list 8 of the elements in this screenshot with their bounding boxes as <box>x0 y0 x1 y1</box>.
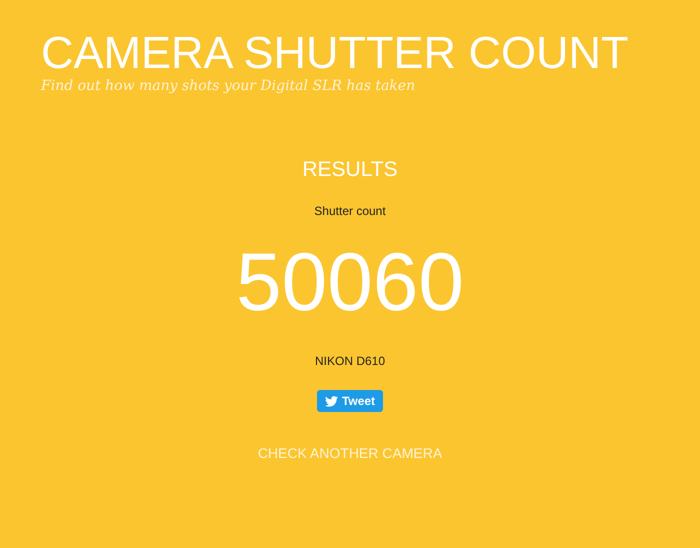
bird-icon <box>324 396 338 406</box>
tweet-button[interactable]: Tweet <box>316 390 384 412</box>
shutter-count-value: 50060 <box>236 238 464 328</box>
camera-model: NIKON D610 <box>314 353 386 370</box>
page-title: CAMERA SHUTTER COUNT <box>41 30 629 76</box>
shutter-count-label: Shutter count <box>314 203 386 220</box>
page-subtitle: Find out how many shots your Digital SLR has taken <box>41 77 416 95</box>
results-heading: RESULTS <box>302 157 398 183</box>
